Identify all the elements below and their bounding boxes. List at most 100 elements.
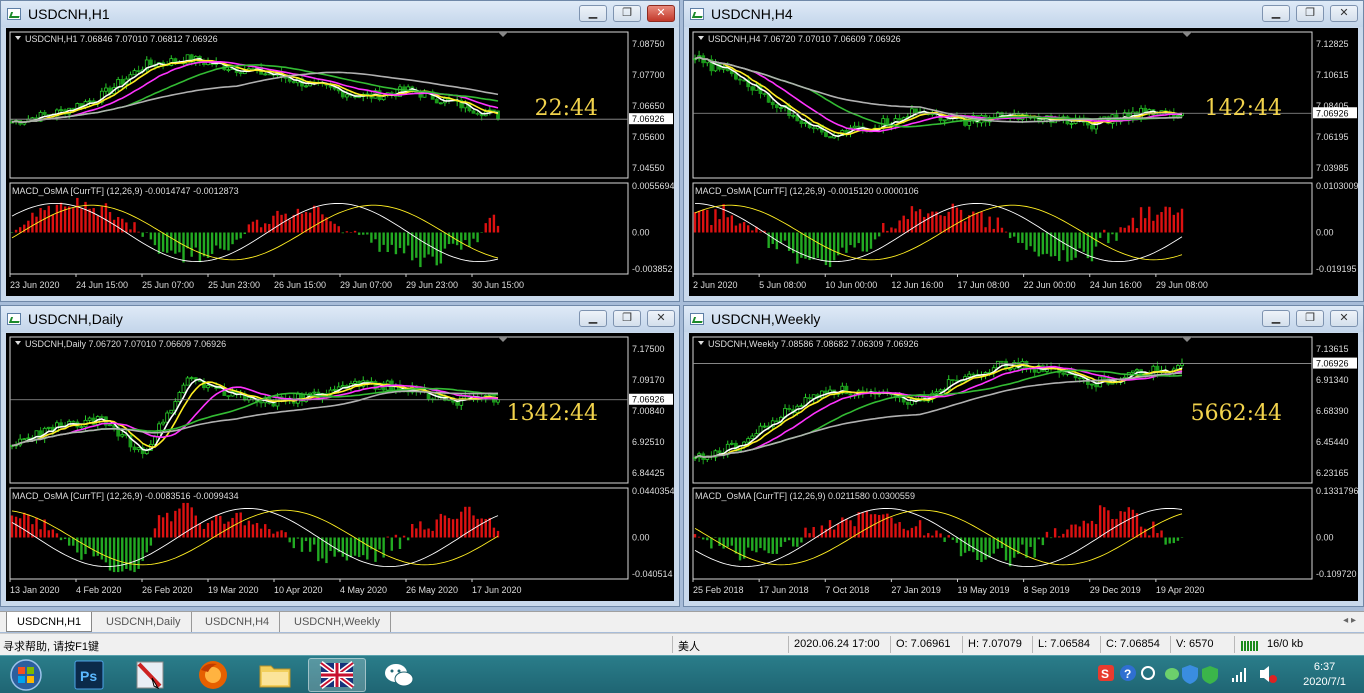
osma-bar	[161, 517, 165, 538]
osma-bar	[259, 528, 263, 538]
status-close: C: 7.06854	[1106, 638, 1160, 650]
minimize-button[interactable]: ▁	[1262, 310, 1290, 327]
osma-bar	[890, 227, 893, 233]
chart-area[interactable]: 7.17500 7.09170 7.00840 6.92510 6.84425 7.069…	[6, 333, 674, 601]
symbol-ohlc-label: USDCNH,Daily 7.06720 7.07010 7.06609 7.0…	[25, 339, 226, 349]
tab-usdcnh-h1[interactable]: USDCNH,H1	[6, 612, 93, 632]
osma-bar	[1086, 523, 1090, 538]
chart-area[interactable]: 7.12825 7.10615 7.08405 7.06195 7.03985 7.069…	[689, 28, 1358, 296]
window-titlebar[interactable]: USDCNH,Weekly ▁ ❐ ✕	[684, 306, 1363, 332]
osma-bar	[194, 232, 197, 248]
osma-bar	[284, 213, 287, 233]
chart-window-h1[interactable]: USDCNH,H1 ▁ ❐ ✕ 7.08750 7.07700 7.06650 7.0…	[0, 0, 680, 302]
maximize-button[interactable]: ❐	[613, 5, 641, 22]
sogou-ime-icon[interactable]: S	[1098, 665, 1114, 681]
tab-usdcnh-weekly[interactable]: USDCNH,Weekly	[284, 612, 391, 632]
chart-window-h4[interactable]: USDCNH,H4 ▁ ❐ ✕ 7.12825 7.10615 7.08405 7.0…	[683, 0, 1364, 302]
osma-bar	[898, 522, 901, 538]
minimize-button[interactable]: ▁	[1262, 5, 1290, 22]
start-orb-button[interactable]	[0, 658, 52, 692]
osma-bar	[480, 232, 483, 233]
window-titlebar[interactable]: USDCNH,Daily ▁ ❐ ✕	[1, 306, 679, 332]
osma-bar	[1156, 533, 1159, 538]
volume-muted-icon[interactable]	[1260, 666, 1277, 683]
windows-taskbar: Ps S ? 6:37 2020/7/1	[0, 655, 1364, 693]
osma-bar	[170, 521, 173, 538]
chart-area[interactable]: 7.08750 7.07700 7.06650 7.05600 7.04550 7.069…	[6, 28, 674, 296]
osma-bar	[1139, 207, 1143, 233]
osma-bar	[284, 532, 287, 538]
chart-window-weekly[interactable]: USDCNH,Weekly ▁ ❐ ✕ 7.13615 6.91340 6.6839…	[683, 305, 1364, 607]
osma-bar	[787, 537, 791, 541]
network-signal-icon[interactable]	[1232, 668, 1246, 682]
minimize-button[interactable]: ▁	[579, 310, 607, 327]
osma-bar	[88, 537, 91, 548]
osma-bar	[1107, 510, 1110, 538]
osma-bar	[1074, 232, 1077, 258]
osma-bar	[272, 215, 275, 233]
osma-bar	[488, 517, 492, 538]
taskbar-metatrader[interactable]	[308, 658, 366, 692]
security-check-icon[interactable]	[1202, 666, 1218, 684]
minimize-button[interactable]: ▁	[579, 5, 607, 22]
tab-scroll-arrows[interactable]: ◂ ▸	[1343, 615, 1356, 626]
wechat-tray-icon[interactable]	[1165, 668, 1179, 680]
window-titlebar[interactable]: USDCNH,H4 ▁ ❐ ✕	[684, 1, 1363, 27]
close-button[interactable]: ✕	[1330, 310, 1358, 327]
chart-area[interactable]: 7.13615 6.91340 6.68390 6.45440 6.23165 7.069…	[689, 333, 1358, 601]
close-button[interactable]: ✕	[647, 310, 675, 327]
osma-bar	[182, 232, 185, 263]
osma-bar	[955, 207, 959, 233]
candle-body	[799, 405, 804, 408]
shift-marker-icon	[1182, 337, 1192, 342]
osma-bar	[812, 232, 815, 260]
chart-window-daily[interactable]: USDCNH,Daily ▁ ❐ ✕ 7.17500 7.09170 7.00840…	[0, 305, 680, 607]
price-axis-label: 7.03985	[1316, 163, 1349, 173]
close-button[interactable]: ✕	[1330, 5, 1358, 22]
shield-icon[interactable]	[1182, 665, 1198, 684]
osma-bar	[406, 232, 410, 246]
maximize-button[interactable]: ❐	[1296, 310, 1324, 327]
osma-bar	[980, 537, 983, 563]
taskbar-photoshop[interactable]: Ps	[60, 658, 118, 692]
osma-bar	[35, 517, 38, 538]
candle-body	[942, 119, 947, 122]
osma-bar	[55, 204, 59, 233]
osma-bar	[706, 209, 709, 233]
candle-body	[1135, 369, 1139, 372]
osma-bar	[931, 211, 934, 233]
osma-bar	[984, 227, 987, 233]
osma-bar	[394, 232, 398, 255]
maximize-button[interactable]: ❐	[613, 310, 641, 327]
macd-axis-label: 0.0055694	[632, 181, 674, 191]
osma-bar	[714, 537, 717, 538]
settings-icon[interactable]	[1141, 666, 1155, 680]
status-divider	[1100, 636, 1101, 653]
osma-bar	[345, 231, 349, 233]
close-button[interactable]: ✕	[647, 5, 675, 22]
chart-window-icon	[690, 313, 704, 325]
osma-bar	[1143, 528, 1147, 538]
tab-usdcnh-h4[interactable]: USDCNH,H4	[195, 612, 281, 632]
osma-bar	[706, 537, 709, 541]
osma-bar	[296, 208, 300, 233]
taskbar-wechat[interactable]	[370, 658, 428, 692]
osma-bar	[751, 230, 754, 233]
osma-bar	[873, 232, 877, 240]
window-titlebar[interactable]: USDCNH,H1 ▁ ❐ ✕	[1, 1, 679, 27]
tab-usdcnh-daily[interactable]: USDCNH,Daily	[96, 612, 192, 632]
osma-bar	[145, 232, 148, 233]
candle-body	[967, 373, 972, 378]
osma-bar	[759, 231, 762, 233]
osma-bar	[902, 215, 905, 233]
taskbar-clock[interactable]: 6:37 2020/7/1	[1303, 660, 1346, 690]
osma-bar	[435, 519, 438, 538]
candle-body	[1090, 383, 1094, 386]
help-icon[interactable]: ?	[1120, 665, 1136, 681]
osma-bar	[27, 514, 30, 538]
taskbar-paint-tool[interactable]	[122, 658, 180, 692]
taskbar-file-explorer[interactable]	[246, 658, 304, 692]
osma-bar	[984, 537, 987, 560]
maximize-button[interactable]: ❐	[1296, 5, 1324, 22]
taskbar-firefox[interactable]	[184, 658, 242, 692]
